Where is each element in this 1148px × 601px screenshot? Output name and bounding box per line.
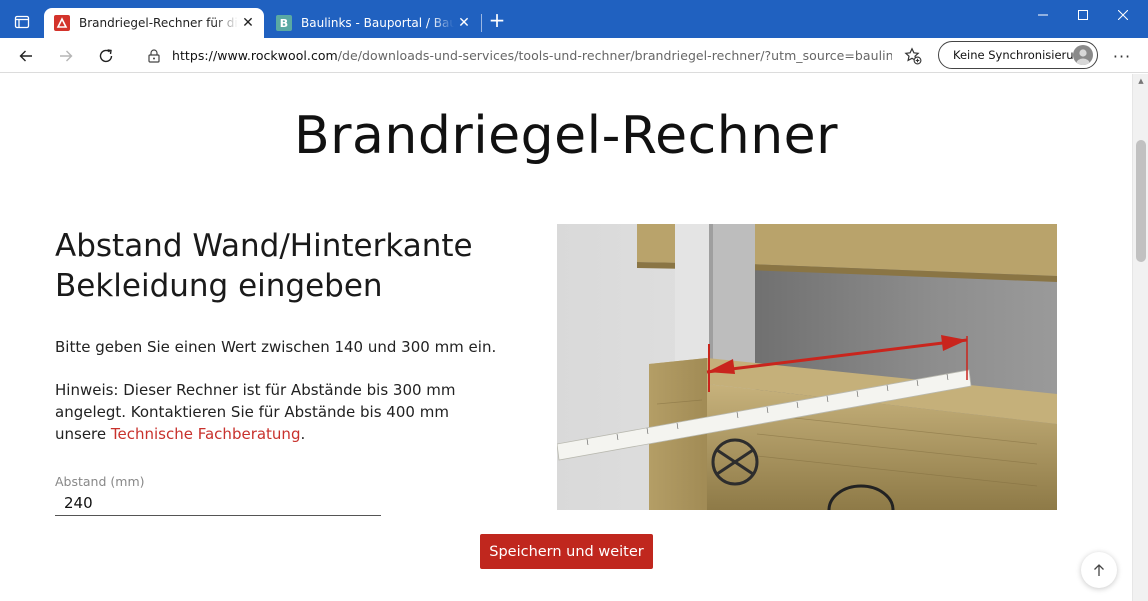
scroll-up-icon[interactable]: ▲ bbox=[1133, 74, 1148, 88]
close-tab-icon[interactable]: ✕ bbox=[238, 13, 258, 33]
back-arrow-icon[interactable] bbox=[12, 42, 40, 70]
close-window-icon[interactable] bbox=[1100, 0, 1146, 30]
close-tab-icon[interactable]: ✕ bbox=[454, 13, 474, 33]
sync-label: Keine Synchronisierung bbox=[953, 48, 1089, 62]
step-heading: Abstand Wand/Hinterkante Bekleidung eing… bbox=[55, 228, 473, 304]
baulinks-logo-icon: B bbox=[276, 15, 292, 31]
tab-title: Baulinks - Bauportal / Baumagazin bbox=[301, 16, 454, 30]
add-favorite-icon[interactable] bbox=[904, 47, 922, 65]
technical-advice-link[interactable]: Technische Fachberatung bbox=[111, 425, 301, 443]
distance-field-label: Abstand (mm) bbox=[55, 474, 145, 489]
instruction-text: Bitte geben Sie einen Wert zwischen 140 … bbox=[55, 338, 497, 356]
plus-icon[interactable]: + bbox=[486, 10, 508, 32]
browser-toolbar: https://www.rockwool.com/de/downloads-un… bbox=[0, 38, 1148, 73]
reload-icon[interactable] bbox=[92, 42, 120, 70]
address-bar[interactable]: https://www.rockwool.com/de/downloads-un… bbox=[132, 41, 930, 70]
facade-illustration bbox=[557, 224, 1057, 510]
profile-sync-button[interactable]: Keine Synchronisierung bbox=[938, 41, 1098, 69]
tab-brandriegel-rechner[interactable]: Brandriegel-Rechner für die VHF ✕ bbox=[44, 8, 264, 38]
url-text: https://www.rockwool.com/de/downloads-un… bbox=[172, 48, 892, 63]
scroll-to-top-icon[interactable] bbox=[1081, 552, 1117, 588]
more-icon[interactable]: ··· bbox=[1108, 42, 1136, 70]
rockwool-logo-icon bbox=[54, 15, 70, 31]
note-text: Hinweis: Dieser Rechner ist für Abstände… bbox=[55, 379, 495, 445]
distance-input[interactable] bbox=[55, 491, 381, 516]
url-path: /de/downloads-und-services/tools-und-rec… bbox=[337, 48, 892, 63]
avatar bbox=[1073, 45, 1093, 65]
save-and-continue-button[interactable]: Speichern und weiter bbox=[480, 534, 653, 569]
scrollbar-thumb[interactable] bbox=[1136, 140, 1146, 262]
page-title: Brandriegel-Rechner bbox=[293, 106, 839, 166]
tab-baulinks[interactable]: B Baulinks - Bauportal / Baumagazin ✕ bbox=[266, 8, 480, 38]
note-end: . bbox=[300, 425, 306, 443]
page-scrollbar[interactable]: ▲ bbox=[1132, 74, 1148, 601]
tab-actions-icon[interactable] bbox=[8, 9, 36, 35]
tab-title: Brandriegel-Rechner für die VHF bbox=[79, 16, 238, 30]
page-viewport: Brandriegel-Rechner Abstand Wand/Hinterk… bbox=[0, 74, 1148, 601]
tab-divider bbox=[481, 14, 482, 32]
lock-icon[interactable] bbox=[146, 48, 162, 64]
forward-arrow-icon[interactable] bbox=[52, 42, 80, 70]
browser-tab-bar: Brandriegel-Rechner für die VHF ✕ B Baul… bbox=[0, 0, 1148, 38]
url-host: https://www.rockwool.com bbox=[172, 48, 338, 63]
